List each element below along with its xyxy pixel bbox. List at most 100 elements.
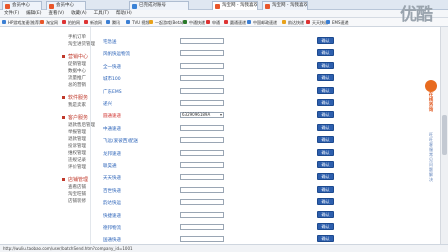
company-name-link[interactable]: 圆通速递	[103, 113, 121, 119]
company-name-link[interactable]: 韵达快运	[103, 200, 121, 206]
menu-item[interactable]: 查看(V)	[48, 11, 64, 16]
sidebar-item[interactable]: 流量推广	[68, 75, 86, 81]
company-name-link[interactable]: 风帆快运物流	[103, 51, 130, 57]
confirm-button[interactable]: 确认	[317, 86, 334, 94]
tracking-number-input[interactable]: 6329096189A ▾	[180, 112, 224, 119]
menu-item[interactable]: 收藏(A)	[71, 11, 87, 16]
confirm-button[interactable]: 确认	[317, 185, 334, 193]
company-name-link[interactable]: 国通快递	[103, 237, 121, 243]
company-name-link[interactable]: 德邦物流	[103, 225, 121, 231]
browser-tab[interactable]: 会员中心	[2, 1, 42, 10]
browser-tab[interactable]: 已完成对账号	[129, 1, 189, 10]
confirm-button[interactable]: 确认	[317, 74, 334, 82]
favorite-link[interactable]: 圆通速递	[224, 18, 246, 26]
favorite-link[interactable]: TVU 视频	[126, 18, 149, 26]
chat-icon[interactable]	[425, 80, 437, 92]
sidebar-item[interactable]: 总的营销	[68, 82, 86, 88]
favorite-link[interactable]: HP游戏加速(推荐)	[2, 18, 41, 26]
confirm-button[interactable]: 确认	[317, 148, 334, 156]
confirm-button[interactable]: 确认	[317, 37, 334, 44]
browser-tab[interactable]: 淘宝网 - 淘我喜欢！	[262, 1, 308, 10]
favorite-link[interactable]: EMS速递	[326, 18, 349, 26]
favorite-link[interactable]: 天天快递	[306, 18, 328, 26]
confirm-button[interactable]: 确认	[317, 198, 334, 206]
tracking-number-input[interactable]	[180, 236, 224, 243]
tracking-number-input[interactable]	[180, 75, 224, 82]
favorite-link[interactable]: 拍拍网	[62, 18, 80, 26]
confirm-button[interactable]: 确认	[317, 210, 334, 218]
company-name-link[interactable]: 递兴	[103, 101, 112, 107]
browser-tab[interactable]: 淘宝网 - 淘我喜欢！	[212, 1, 258, 10]
chevron-down-icon[interactable]: ▾	[220, 113, 222, 117]
sidebar-item[interactable]: 淘宝旺铺	[68, 191, 86, 197]
company-name-link[interactable]: 百世快递	[103, 188, 121, 194]
sidebar-item[interactable]: 维权管理	[68, 150, 86, 156]
favorite-link[interactable]: 淘宝网	[40, 18, 58, 26]
sidebar-item[interactable]: 退款管理	[68, 136, 86, 142]
sidebar-section-title[interactable]: 软件服务	[62, 94, 88, 101]
confirm-button[interactable]: 确认	[317, 123, 334, 131]
scrollbar-thumb[interactable]	[442, 115, 447, 155]
tracking-number-input[interactable]	[180, 211, 224, 218]
sidebar-item[interactable]: 促销管理	[68, 61, 86, 67]
company-name-link[interactable]: 天天快递	[103, 175, 121, 181]
confirm-button[interactable]: 确认	[317, 223, 334, 230]
sidebar-item[interactable]: 评价管理	[68, 164, 86, 170]
tracking-number-input[interactable]	[180, 149, 224, 156]
menu-item[interactable]: 文件(F)	[4, 11, 19, 16]
sidebar-item[interactable]: 查看店铺	[68, 184, 86, 190]
menu-item[interactable]: 帮助(H)	[116, 11, 132, 16]
online-consult-label[interactable]: 在线咨询	[427, 93, 435, 113]
company-name-link[interactable]: 飞远(爱彼西)配送	[103, 138, 138, 144]
company-name-link[interactable]: 广东EMS	[103, 89, 122, 95]
browser-tab[interactable]: 会员中心	[46, 1, 86, 10]
sidebar-item[interactable]: 手机订单	[68, 34, 86, 40]
sidebar-section-title[interactable]: 店铺管理	[62, 176, 88, 183]
tracking-number-input[interactable]	[180, 87, 224, 94]
tracking-number-input[interactable]	[180, 174, 224, 181]
sidebar-section-title[interactable]: 营销中心	[62, 53, 88, 60]
sidebar-section-title[interactable]: 客户服务	[62, 114, 88, 121]
tracking-number-input[interactable]	[180, 62, 224, 69]
vertical-scrollbar[interactable]	[440, 27, 448, 244]
confirm-button[interactable]: 确认	[317, 136, 334, 144]
tracking-number-input[interactable]	[180, 162, 224, 168]
sidebar-item[interactable]: 店铺装修	[68, 198, 86, 204]
menu-item[interactable]: 工具(T)	[94, 11, 109, 16]
sidebar-item[interactable]: 举报管理	[68, 129, 86, 135]
favorite-link[interactable]: 新浪网	[84, 18, 102, 26]
tracking-number-input[interactable]	[180, 100, 224, 106]
company-name-link[interactable]: 宅急送	[103, 39, 117, 45]
confirm-button[interactable]: 确认	[317, 173, 334, 181]
favorite-link[interactable]: 一起游戏(Beta)	[149, 18, 183, 26]
sidebar-item[interactable]: 我是卖家	[68, 102, 86, 108]
company-name-link[interactable]: 龙邦速递	[103, 151, 121, 157]
company-name-link[interactable]: 中通速递	[103, 126, 121, 132]
tracking-number-input[interactable]	[180, 38, 224, 44]
tracking-number-input[interactable]	[180, 137, 224, 144]
company-name-link[interactable]: 全一快递	[103, 64, 121, 70]
company-name-link[interactable]: 联昊通	[103, 163, 117, 169]
menu-item[interactable]: 编辑(E)	[26, 11, 41, 16]
favorite-link[interactable]: 中国邮政速递	[247, 18, 277, 26]
favorite-link[interactable]: 腾讯	[106, 18, 120, 26]
confirm-button[interactable]: 确认	[317, 161, 334, 168]
confirm-button[interactable]: 确认	[317, 111, 334, 119]
tracking-number-input[interactable]	[180, 50, 224, 57]
help-vertical-text[interactable]: 旺旺客服常见问题解决	[428, 132, 434, 182]
tracking-number-input[interactable]	[180, 199, 224, 206]
confirm-button[interactable]: 确认	[317, 61, 334, 69]
company-name-link[interactable]: 城市100	[103, 76, 121, 82]
favorite-link[interactable]: 韵达快递	[282, 18, 304, 26]
tracking-number-input[interactable]	[180, 224, 224, 230]
tracking-number-input[interactable]	[180, 124, 224, 131]
sidebar-item[interactable]: 投诉管理	[68, 143, 86, 149]
confirm-button[interactable]: 确认	[317, 235, 334, 243]
company-name-link[interactable]: 快捷速递	[103, 213, 121, 219]
sidebar-item[interactable]: 违规记录	[68, 157, 86, 163]
tracking-number-input[interactable]	[180, 186, 224, 193]
favorite-link[interactable]: 中通快递	[183, 18, 205, 26]
favorite-link[interactable]: 申通	[206, 18, 220, 26]
sidebar-item[interactable]: 数据中心	[68, 68, 86, 74]
confirm-button[interactable]: 确认	[317, 49, 334, 57]
